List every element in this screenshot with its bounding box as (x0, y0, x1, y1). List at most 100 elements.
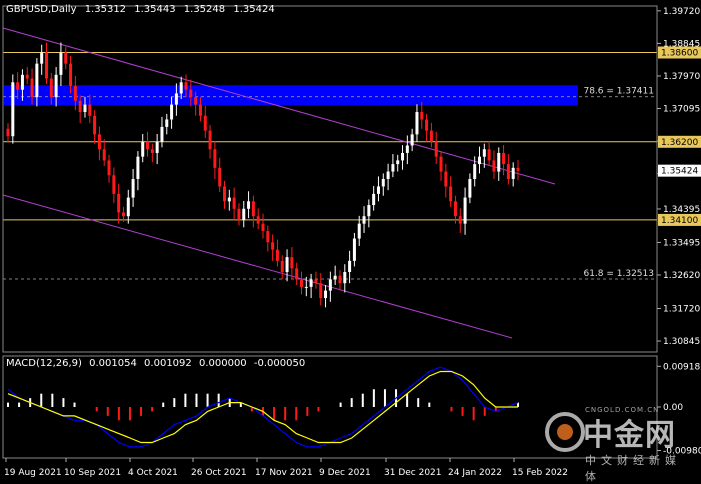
candle-body-81 (396, 160, 400, 165)
candle-body-90 (439, 156, 443, 172)
candle-body-45 (223, 186, 227, 202)
level-price-2-label: 1.34100 (661, 216, 698, 226)
candle-body-52 (256, 216, 260, 224)
candle-body-102 (497, 152, 501, 172)
candle-body-51 (251, 201, 255, 217)
candle-body-67 (328, 279, 332, 291)
macd-value-1: 0.001054 (89, 358, 137, 369)
candle-body-103 (502, 152, 506, 165)
close-value: 1.35424 (233, 4, 275, 15)
candle-body-8 (44, 52, 48, 79)
x-tick-label-7: 24 Jan 2022 (448, 468, 502, 478)
candle-body-68 (333, 275, 337, 280)
candle-body-30 (150, 149, 154, 153)
candle-body-87 (425, 119, 429, 131)
macd-label: MACD(12,26,9) (6, 358, 82, 369)
symbol-label: GBPUSD,Daily (6, 4, 77, 15)
candle-body-83 (405, 145, 409, 153)
candle-body-50 (247, 201, 251, 209)
candle-body-0 (6, 128, 10, 137)
candle-body-64 (314, 279, 318, 284)
candle-body-86 (420, 112, 424, 120)
candle-body-49 (242, 208, 246, 220)
high-value: 1.35443 (134, 4, 176, 15)
candle-body-61 (299, 279, 303, 287)
candle-body-33 (165, 119, 169, 127)
candle-body-39 (194, 97, 198, 105)
y-tick-label-3: 1.37095 (663, 104, 700, 114)
candle-body-40 (198, 104, 202, 116)
candle-body-91 (444, 171, 448, 187)
macd-tick-label-0: 0.009182 (663, 362, 701, 372)
candle-body-84 (410, 134, 414, 146)
x-tick-label-2: 4 Oct 2021 (128, 468, 178, 478)
fib-label-1: 61.8 = 1.32513 (583, 269, 654, 279)
candle-body-41 (203, 115, 207, 131)
watermark-subtitle: 中文财经新媒体 (585, 454, 681, 483)
candle-body-71 (348, 260, 352, 273)
candle-body-38 (189, 89, 193, 98)
candle-body-12 (64, 52, 68, 64)
watermark-brand: 中金网 (583, 418, 676, 453)
level-price-0-label: 1.38600 (661, 49, 698, 59)
candle-body-57 (280, 260, 284, 273)
candle-body-76 (372, 193, 376, 206)
candle-body-46 (227, 197, 231, 202)
y-tick-label-0: 1.39720 (663, 7, 700, 17)
y-tick-label-2: 1.37970 (663, 72, 700, 82)
candle-body-22 (112, 175, 116, 194)
macd-value-4: -0.000050 (253, 358, 306, 369)
candle-body-70 (343, 272, 347, 284)
candle-body-37 (184, 82, 188, 90)
candle-body-11 (59, 52, 63, 75)
watermark: CNGOLD.COM.CN 中金网 中文财经新媒体 (545, 406, 695, 483)
candle-body-93 (453, 201, 457, 217)
candle-body-98 (478, 156, 482, 165)
macd-header: MACD(12,26,9) 0.001054 0.001092 0.000000… (6, 358, 309, 369)
candle-body-34 (170, 104, 174, 120)
candle-body-32 (160, 126, 164, 142)
candle-body-92 (449, 186, 453, 202)
candle-body-13 (69, 63, 73, 86)
candle-body-14 (73, 85, 77, 101)
x-tick-label-1: 10 Sep 2021 (64, 468, 121, 478)
candle-body-65 (319, 283, 323, 299)
candle-body-56 (275, 249, 279, 261)
candle-body-35 (174, 93, 178, 105)
candle-body-100 (487, 149, 491, 161)
x-tick-label-5: 9 Dec 2021 (319, 468, 371, 478)
candle-body-36 (179, 82, 183, 94)
candle-body-2 (16, 82, 20, 90)
candle-body-82 (401, 152, 405, 161)
fib-label-0: 78.6 = 1.37411 (583, 87, 654, 97)
candle-body-54 (266, 231, 270, 243)
chart-header: GBPUSD,Daily 1.35312 1.35443 1.35248 1.3… (6, 4, 280, 15)
candle-body-53 (261, 223, 265, 232)
candle-body-66 (324, 290, 328, 299)
candle-body-96 (468, 179, 472, 198)
candle-body-9 (49, 78, 53, 98)
candle-body-29 (146, 141, 150, 150)
candle-body-31 (155, 141, 159, 153)
candle-body-24 (121, 212, 125, 217)
candle-body-59 (290, 257, 294, 269)
macd-value-3: 0.000000 (198, 358, 247, 369)
candle-body-3 (20, 74, 24, 90)
y-tick-label-7: 1.33495 (663, 238, 700, 248)
candle-body-60 (295, 268, 299, 280)
candle-body-85 (415, 112, 419, 135)
candle-body-58 (285, 257, 289, 273)
candle-body-28 (141, 141, 145, 157)
macd-value-2: 0.001092 (144, 358, 192, 369)
candle-body-73 (357, 223, 361, 239)
candle-body-42 (208, 130, 212, 150)
candle-body-10 (54, 74, 58, 98)
candle-body-21 (107, 160, 111, 176)
candle-body-75 (367, 205, 371, 217)
x-tick-label-4: 17 Nov 2021 (255, 468, 313, 478)
candle-body-104 (506, 164, 510, 179)
candle-body-19 (97, 134, 101, 150)
candle-body-80 (391, 164, 395, 172)
y-tick-label-6: 1.34395 (663, 205, 700, 215)
x-tick-label-0: 19 Aug 2021 (4, 468, 62, 478)
